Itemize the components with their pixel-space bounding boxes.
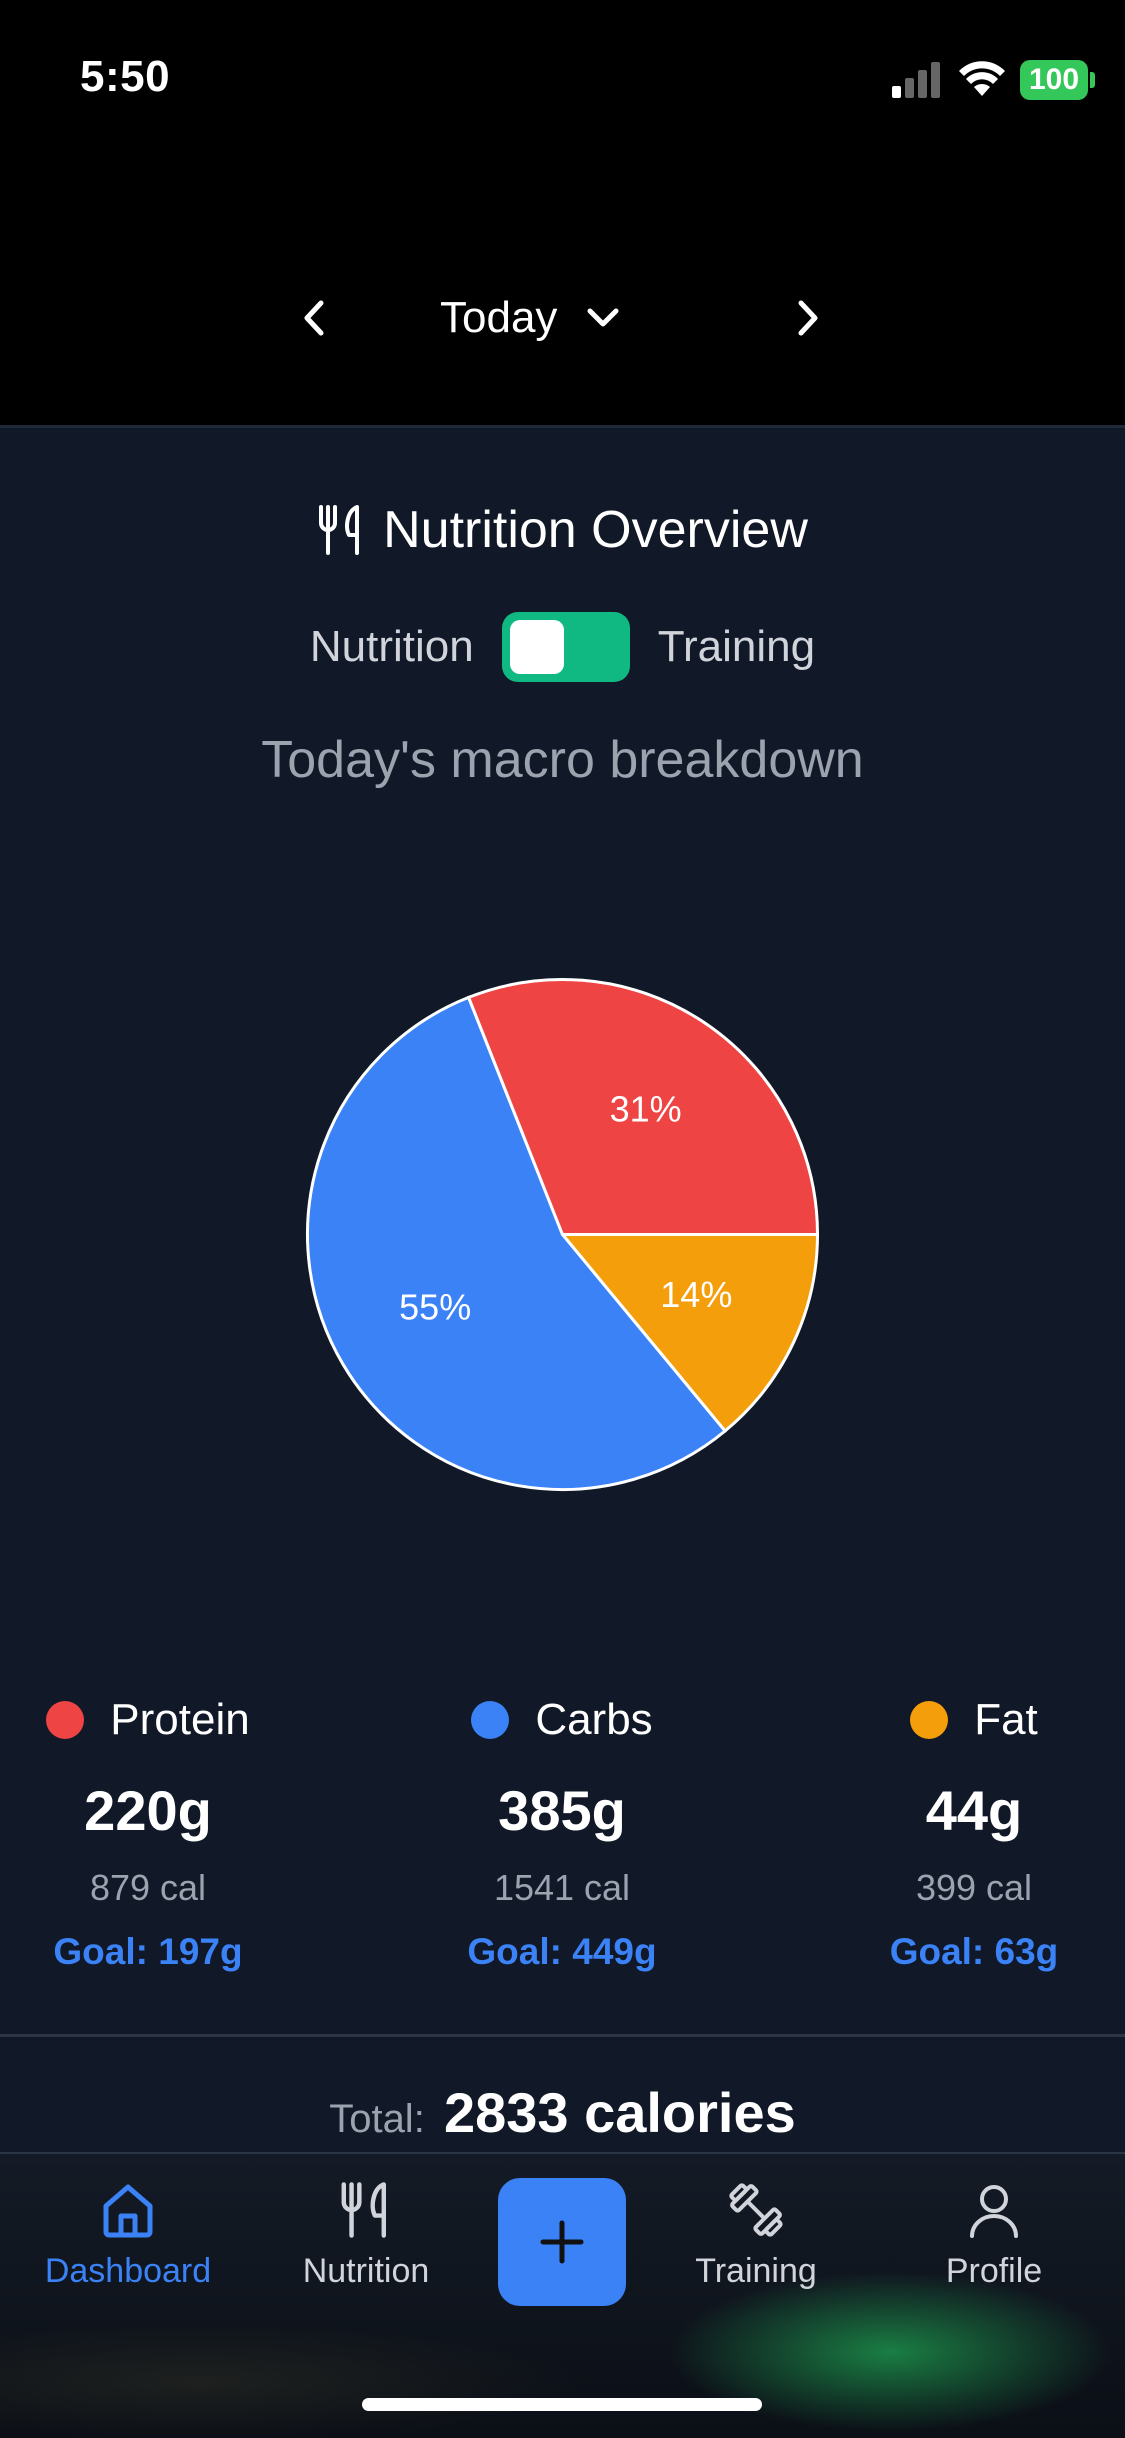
tab-dashboard[interactable]: Dashboard [28, 2180, 228, 2291]
home-indicator [362, 2398, 762, 2411]
dumbbell-icon [729, 2183, 783, 2237]
macro-protein: Protein 220g 879 cal Goal: 197g [0, 1690, 313, 1973]
legend-fat: Fat [809, 1690, 1125, 1750]
tab-training[interactable]: Training [656, 2180, 856, 2291]
legend-dot-protein [46, 1701, 85, 1739]
total-value: 2833 calories [443, 2081, 796, 2144]
section-title: Nutrition Overview [0, 500, 1125, 560]
previous-day-button[interactable] [274, 278, 354, 358]
utensils-icon [319, 505, 360, 555]
next-day-button[interactable] [768, 278, 848, 358]
home-icon [103, 2184, 153, 2238]
carbs-calories: 1541 cal [493, 1867, 631, 1908]
date-selector[interactable]: Today [440, 288, 619, 348]
header-divider [0, 425, 1125, 428]
total-prefix: Total: [329, 2097, 425, 2141]
fat-goal: Goal: 63g [889, 1931, 1059, 1972]
toggle-label-training: Training [657, 622, 816, 671]
cellular-signal-icon [892, 62, 942, 98]
date-label: Today [440, 293, 558, 342]
legend-protein: Protein [0, 1690, 313, 1750]
tab-nutrition-label: Nutrition [302, 2252, 430, 2290]
macro-pie-chart: 14% 55% 31% [306, 978, 820, 1491]
tab-profile[interactable]: Profile [894, 2180, 1094, 2291]
status-time: 5:50 [80, 52, 171, 101]
tab-profile-label: Profile [945, 2252, 1043, 2290]
tab-nutrition[interactable]: Nutrition [266, 2180, 466, 2291]
carbs-goal: Goal: 449g [467, 1931, 657, 1972]
pie-label-carbs: 55% [399, 1286, 471, 1327]
tab-dashboard-label: Dashboard [44, 2252, 212, 2290]
protein-goal: Goal: 197g [53, 1931, 243, 1972]
chevron-down-icon [587, 308, 619, 327]
macro-carbs: Carbs 385g 1541 cal Goal: 449g [397, 1690, 727, 1973]
add-entry-button[interactable] [498, 2178, 626, 2306]
wifi-icon [959, 61, 1005, 96]
legend-label-fat: Fat [974, 1695, 1038, 1744]
toggle-label-nutrition: Nutrition [309, 622, 474, 671]
protein-grams: 220g [84, 1779, 212, 1842]
fat-calories: 399 cal [915, 1867, 1033, 1908]
section-divider [0, 2034, 1125, 2037]
chevron-right-icon [798, 300, 818, 336]
legend-carbs: Carbs [397, 1690, 727, 1750]
section-title-text: Nutrition Overview [383, 501, 808, 559]
toggle-knob [509, 620, 564, 674]
utensils-icon [341, 2182, 386, 2238]
legend-label-carbs: Carbs [535, 1695, 653, 1744]
legend-dot-carbs [471, 1701, 510, 1739]
pie-label-fat: 14% [660, 1274, 732, 1315]
battery-indicator: 100 [1020, 60, 1088, 100]
chevron-left-icon [304, 300, 324, 336]
carbs-grams: 385g [498, 1779, 626, 1842]
nutrition-training-toggle[interactable] [501, 612, 630, 682]
battery-tip [1090, 72, 1095, 88]
fat-grams: 44g [925, 1779, 1023, 1842]
chart-subtitle: Today's macro breakdown [261, 731, 864, 789]
pie-label-protein: 31% [610, 1089, 682, 1130]
protein-calories: 879 cal [89, 1867, 207, 1908]
tab-training-label: Training [695, 2252, 817, 2290]
legend-dot-fat [910, 1701, 949, 1739]
legend-label-protein: Protein [110, 1695, 250, 1744]
macro-fat: Fat 44g 399 cal Goal: 63g [809, 1690, 1125, 1973]
total-calories: Total: 2833 calories [0, 2080, 1125, 2145]
mode-toggle-row: Nutrition Training [0, 612, 1125, 682]
plus-icon [540, 2220, 584, 2264]
user-icon [970, 2185, 1018, 2238]
